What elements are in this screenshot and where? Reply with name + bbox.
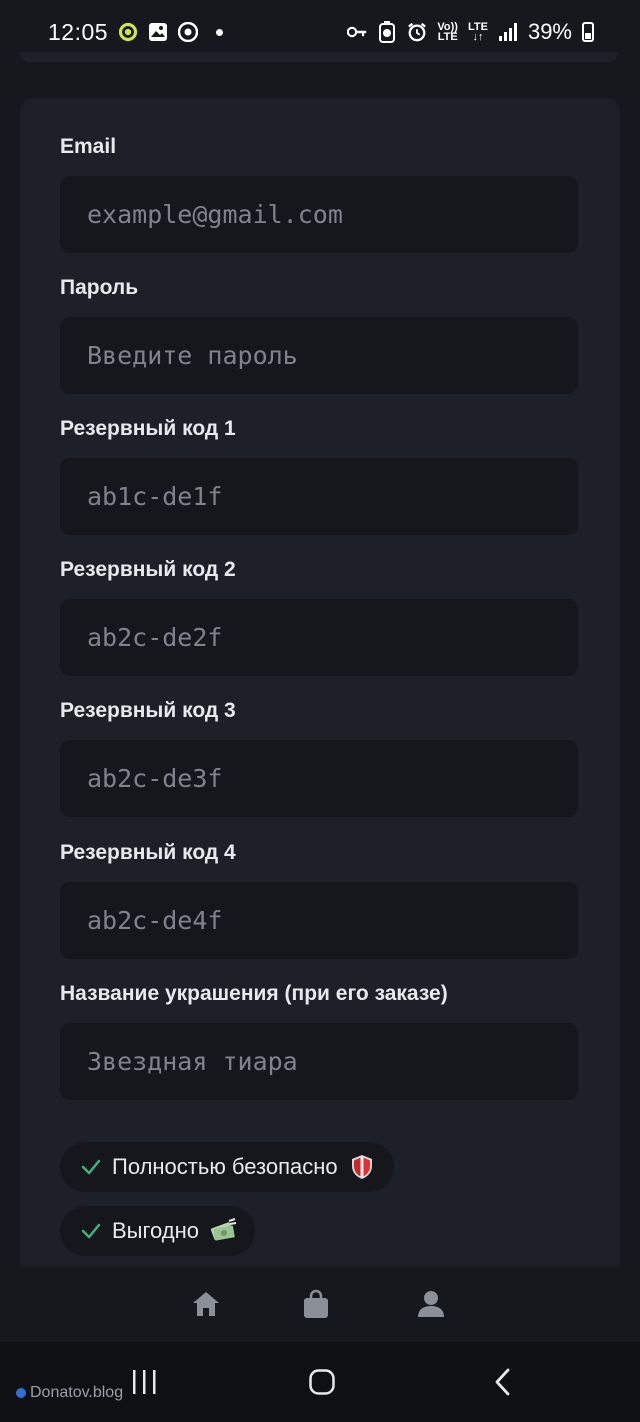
battery-percent: 39% (527, 19, 572, 44)
backup-code-1-input[interactable] (60, 458, 578, 535)
signal-icon (498, 22, 518, 42)
gallery-icon (148, 22, 168, 42)
safety-badge-text: Полностью безопасно (112, 1154, 338, 1179)
shield-icon (351, 1155, 372, 1179)
battery-icon (582, 22, 594, 42)
email-field-group: Email (60, 132, 578, 253)
dot-icon (216, 28, 224, 36)
money-icon (210, 1218, 237, 1241)
decoration-name-field-group: Название украшения (при его заказе) (60, 979, 578, 1100)
profile-icon[interactable] (411, 1284, 451, 1324)
clock: 12:05 (48, 18, 109, 45)
lte-icon: LTE ↓↑ (467, 21, 488, 43)
previous-card-edge (20, 52, 618, 62)
backup-code-1-field-group: Резервный код 1 (60, 414, 578, 535)
home-circle-icon[interactable] (302, 1362, 342, 1402)
check-icon (81, 1223, 101, 1239)
volte-icon: Vo)) LTE (437, 21, 458, 43)
backup-code-4-label: Резервный код 4 (60, 841, 236, 864)
password-input[interactable] (60, 317, 578, 394)
chrome-icon (178, 22, 199, 42)
backup-code-3-field-group: Резервный код 3 (60, 696, 578, 817)
password-field-group: Пароль (60, 273, 578, 394)
email-label: Email (60, 135, 117, 158)
vpn-key-icon (347, 22, 367, 42)
backup-code-4-input[interactable] (60, 882, 578, 959)
account-form-card: Email Пароль Резервный код 1 Резервный к… (20, 98, 620, 1278)
system-navigation (0, 1342, 640, 1422)
check-icon (81, 1159, 101, 1175)
profit-badge-text: Выгодно (112, 1218, 200, 1243)
backup-code-2-input[interactable] (60, 599, 578, 676)
watermark-text: Donatov.blog (30, 1384, 124, 1401)
shopping-bag-icon[interactable] (296, 1284, 336, 1324)
decoration-name-label: Название украшения (при его заказе) (60, 982, 448, 1005)
backup-code-4-field-group: Резервный код 4 (60, 838, 578, 959)
backup-code-3-input[interactable] (60, 740, 578, 817)
safety-badge: Полностью безопасно (60, 1142, 394, 1192)
home-icon[interactable] (186, 1284, 226, 1324)
email-input[interactable] (60, 176, 578, 253)
password-label: Пароль (60, 276, 139, 299)
backup-code-3-label: Резервный код 3 (60, 699, 236, 722)
backup-code-2-field-group: Резервный код 2 (60, 555, 578, 676)
backup-code-1-label: Резервный код 1 (60, 417, 236, 440)
battery-saver-icon (377, 21, 397, 43)
backup-code-2-label: Резервный код 2 (60, 558, 236, 581)
watermark-logo-icon (16, 1388, 26, 1398)
decoration-name-input[interactable] (60, 1023, 578, 1100)
recents-icon[interactable] (124, 1362, 164, 1402)
back-icon[interactable] (483, 1362, 523, 1402)
alarm-icon (407, 22, 427, 42)
watermark: Donatov.blog (16, 1384, 123, 1402)
bottom-navigation (0, 1266, 640, 1342)
app-notification-icon (118, 22, 138, 42)
profit-badge: Выгодно (60, 1206, 256, 1256)
